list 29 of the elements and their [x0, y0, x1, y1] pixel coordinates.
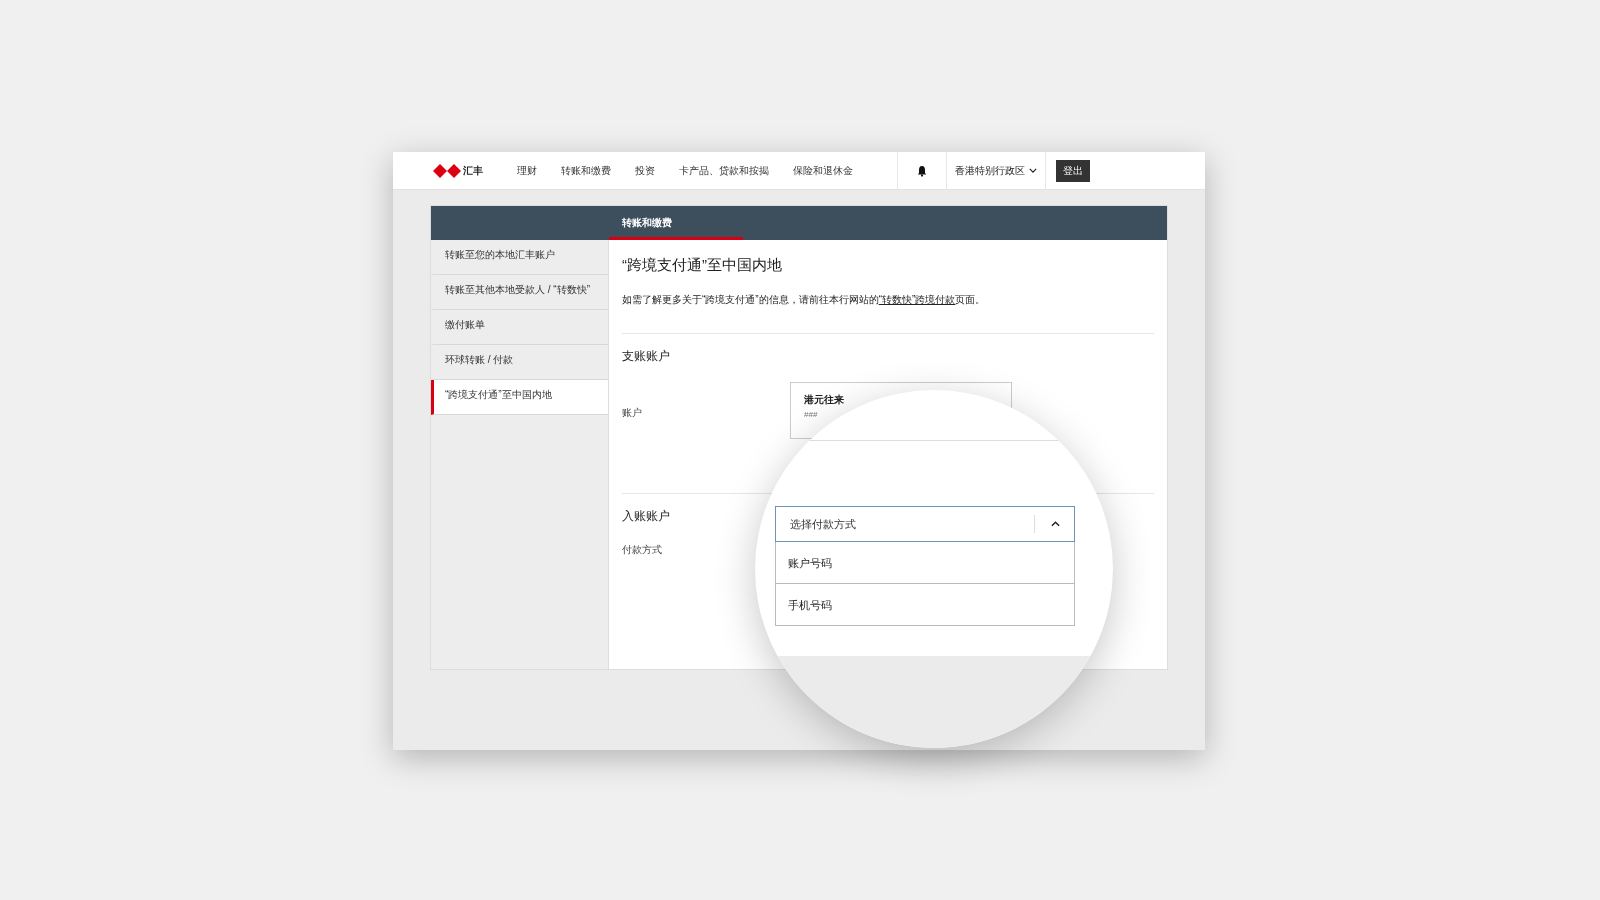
nav-link[interactable]: 投资 [635, 163, 655, 178]
section-tab[interactable]: 转账和缴费 [609, 206, 743, 240]
sidebar-item[interactable]: 转账至您的本地汇丰账户 [431, 240, 608, 275]
section-heading: 入账账户 [622, 508, 670, 525]
sidebar-item[interactable]: 缴付账单 [431, 310, 608, 345]
payment-page-link[interactable]: “转数快”跨境付款 [878, 294, 956, 305]
section-heading: 支账账户 [622, 348, 670, 365]
payment-method-input[interactable]: 选择付款方式 [788, 517, 1034, 531]
region-selector-label[interactable]: 香港特别行政区 [955, 163, 1025, 178]
brand-name[interactable]: 汇丰 [463, 163, 483, 178]
bell-icon[interactable] [916, 164, 928, 177]
account-number: ### [804, 410, 819, 419]
chevron-down-icon[interactable] [1029, 168, 1037, 173]
chevron-icon[interactable] [1051, 521, 1060, 527]
page-title: “跨境支付通”至中国内地 [622, 256, 782, 275]
field-label: 付款方式 [622, 543, 662, 557]
intro-text: 如需了解更多关于“跨境支付通”的信息，请前往本行网站的“转数快”跨境付款页面。 [622, 293, 986, 307]
nav-link[interactable]: 转账和缴费 [561, 163, 611, 178]
logout-button[interactable]: 登出 [1056, 159, 1090, 182]
sidebar-item[interactable]: “跨境支付通”至中国内地 [431, 380, 608, 415]
nav-link[interactable]: 卡产品、贷款和按揭 [679, 163, 769, 178]
payment-method-dropdown[interactable]: 选择付款方式 [775, 506, 1075, 542]
dropdown-option[interactable]: 手机号码 [775, 584, 1075, 626]
nav-link[interactable]: 理财 [517, 163, 537, 178]
nav-link[interactable]: 保险和退休金 [793, 163, 853, 178]
field-label: 账户 [622, 406, 643, 420]
dropdown-option[interactable]: 账户号码 [775, 542, 1075, 584]
sidebar-item[interactable]: 转账至其他本地受款人 / “转数快” [431, 275, 608, 310]
account-name: 港元往来 [804, 393, 845, 407]
